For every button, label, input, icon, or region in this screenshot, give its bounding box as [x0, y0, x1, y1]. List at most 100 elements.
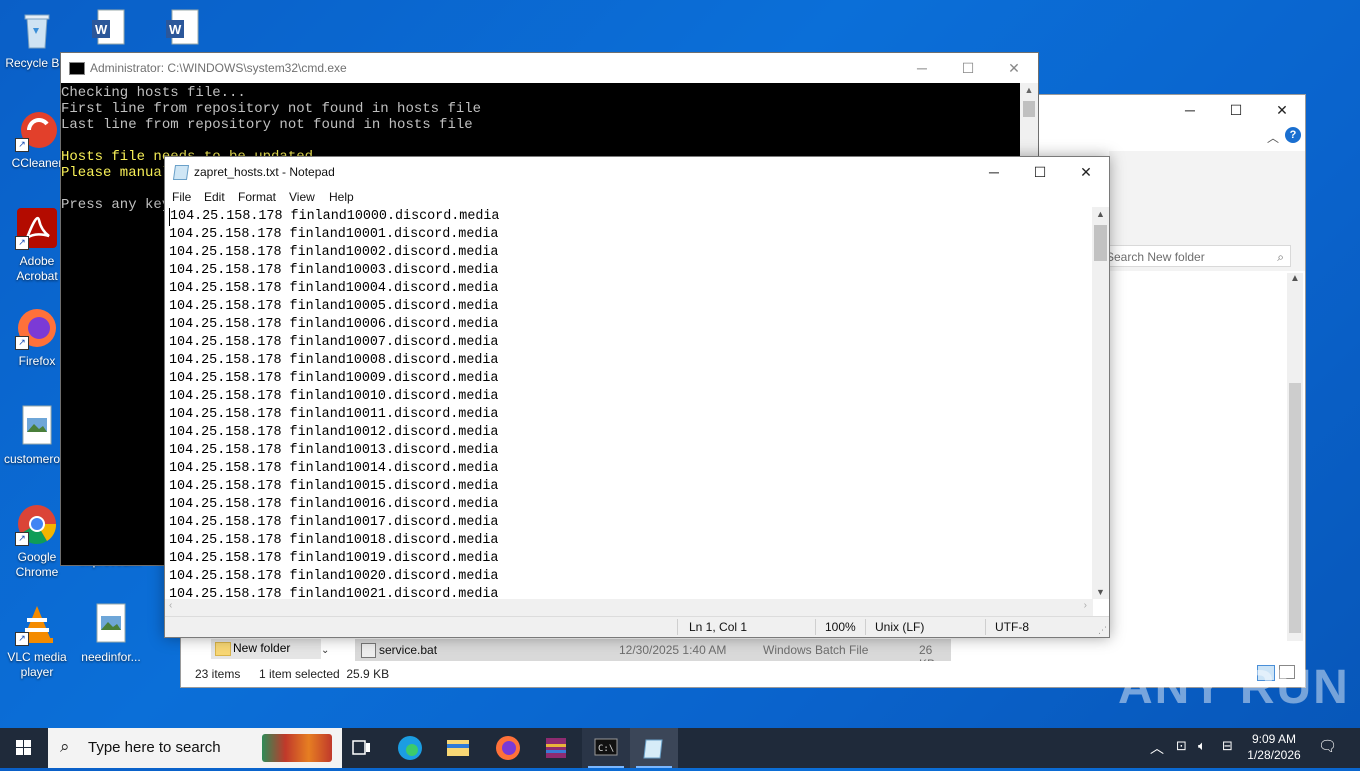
svg-text:W: W: [95, 22, 108, 37]
svg-text:C:\: C:\: [598, 744, 614, 754]
text-line: 104.25.158.178 finland10003.discord.medi…: [169, 263, 499, 278]
shortcut-arrow-icon: ↗: [15, 632, 29, 646]
ccleaner-icon: ↗: [15, 108, 59, 152]
menu-edit[interactable]: Edit: [204, 190, 225, 204]
notepad-vertical-scrollbar[interactable]: ▲ ▼: [1092, 207, 1109, 599]
scroll-down-icon[interactable]: ▼: [1092, 587, 1109, 597]
scrollbar-thumb[interactable]: [1289, 383, 1301, 633]
taskbar: ⌕ Type here to search C:\ ︿ ⊡ 🔈︎ ⊟ 9:09 …: [0, 728, 1360, 768]
chevron-down-icon[interactable]: ⌄: [321, 645, 329, 656]
text-line: 104.25.158.178 finland10019.discord.medi…: [169, 551, 499, 566]
file-explorer-icon[interactable]: [434, 728, 482, 768]
nav-folder-new-folder[interactable]: New folder: [211, 639, 321, 659]
edge-icon[interactable]: [386, 728, 434, 768]
text-line: 104.25.158.178 finland10020.discord.medi…: [169, 569, 499, 584]
maximize-button[interactable]: ☐: [1017, 157, 1063, 187]
menu-format[interactable]: Format: [238, 190, 276, 204]
menu-help[interactable]: Help: [329, 190, 354, 204]
help-icon[interactable]: ?: [1285, 127, 1301, 143]
status-separator: [677, 619, 678, 635]
close-button[interactable]: ✕: [991, 53, 1037, 83]
chrome-icon: ↗: [15, 502, 59, 546]
notepad-menubar: File Edit Format View Help: [165, 187, 1109, 207]
cmd-output-line: First line from repository not found in …: [61, 101, 482, 117]
word-document-icon[interactable]: W: [90, 8, 130, 48]
notepad-app-icon: [172, 165, 190, 180]
menu-view[interactable]: View: [289, 190, 315, 204]
zoom-level: 100%: [825, 620, 856, 634]
cmd-output-line: [61, 133, 1020, 149]
text-line: 104.25.158.178 finland10021.discord.medi…: [169, 587, 499, 599]
folder-icon: [215, 642, 231, 656]
search-input[interactable]: Search New folder ⌕: [1099, 245, 1291, 267]
minimize-button[interactable]: ─: [899, 53, 945, 83]
nav-folder-label: New folder: [233, 641, 291, 655]
desktop-icon-vlc[interactable]: ↗ VLC media player: [0, 602, 74, 680]
text-line: 104.25.158.178 finland10007.discord.medi…: [169, 335, 499, 350]
shortcut-arrow-icon: ↗: [15, 138, 29, 152]
adobe-acrobat-icon: ↗: [15, 206, 59, 250]
recycle-bin-icon: [15, 8, 59, 52]
start-button[interactable]: [0, 728, 48, 768]
cmd-titlebar[interactable]: Administrator: C:\WINDOWS\system32\cmd.e…: [61, 53, 1038, 83]
notepad-horizontal-scrollbar[interactable]: ‹ ›: [165, 599, 1093, 616]
word-document-icon[interactable]: W: [164, 8, 204, 48]
text-line: 104.25.158.178 finland10015.discord.medi…: [169, 479, 499, 494]
notification-center-icon[interactable]: 🗨︎: [1318, 737, 1337, 755]
minimize-button[interactable]: ─: [1167, 95, 1213, 125]
resize-grip-icon[interactable]: ⋰: [1098, 625, 1107, 636]
scroll-left-icon[interactable]: ‹: [169, 600, 172, 611]
notepad-text-area[interactable]: 104.25.158.178 finland10000.discord.medi…: [165, 207, 1093, 599]
clock-date: 1/28/2026: [1247, 748, 1301, 762]
selection-info: 1 item selected 25.9 KB: [259, 667, 390, 681]
cmd-app-icon: [69, 62, 85, 75]
notepad-window[interactable]: zapret_hosts.txt - Notepad ─ ☐ ✕ File Ed…: [164, 156, 1110, 638]
maximize-button[interactable]: ☐: [945, 53, 991, 83]
ribbon-collapse-icon[interactable]: ︿: [1267, 129, 1279, 146]
show-hidden-icons-chevron-icon[interactable]: ︿: [1150, 738, 1164, 758]
minimize-button[interactable]: ─: [971, 157, 1017, 187]
scroll-right-icon[interactable]: ›: [1084, 600, 1087, 611]
text-line: 104.25.158.178 finland10018.discord.medi…: [169, 533, 499, 548]
winrar-icon[interactable]: [532, 728, 580, 768]
cmd-title: Administrator: C:\WINDOWS\system32\cmd.e…: [90, 61, 347, 75]
file-date: 12/30/2025 1:40 AM: [619, 643, 727, 657]
scroll-up-icon[interactable]: ▲: [1287, 273, 1303, 284]
desktop-icon-label: VLC media player: [7, 650, 67, 679]
close-button[interactable]: ✕: [1063, 157, 1109, 187]
text-line: 104.25.158.178 finland10014.discord.medi…: [169, 461, 499, 476]
windows-logo-icon: [16, 740, 31, 755]
firefox-icon[interactable]: [484, 728, 532, 768]
close-button[interactable]: ✕: [1259, 95, 1305, 125]
cmd-taskbar-icon[interactable]: C:\: [582, 728, 630, 768]
clock-time: 9:09 AM: [1251, 732, 1297, 746]
menu-file[interactable]: File: [172, 190, 191, 204]
file-row[interactable]: service.bat 12/30/2025 1:40 AM Windows B…: [355, 639, 951, 671]
scroll-up-icon[interactable]: ▲: [1020, 85, 1038, 95]
scrollbar-thumb[interactable]: [1094, 225, 1107, 261]
cursor-position: Ln 1, Col 1: [689, 620, 748, 634]
clock[interactable]: 9:09 AM 1/28/2026: [1244, 731, 1304, 763]
item-count: 23 items: [195, 667, 241, 681]
shortcut-arrow-icon: ↗: [15, 236, 29, 250]
taskbar-search-box[interactable]: ⌕ Type here to search: [48, 728, 342, 768]
text-line: 104.25.158.178 finland10008.discord.medi…: [169, 353, 499, 368]
volume-icon[interactable]: 🔈︎: [1198, 738, 1206, 754]
notepad-titlebar[interactable]: zapret_hosts.txt - Notepad ─ ☐ ✕: [165, 157, 1109, 187]
ethernet-icon[interactable]: ⊟: [1222, 738, 1233, 754]
svg-text:W: W: [169, 22, 182, 37]
scroll-up-icon[interactable]: ▲: [1092, 209, 1109, 219]
shortcut-arrow-icon: ↗: [15, 336, 29, 350]
maximize-button[interactable]: ☐: [1213, 95, 1259, 125]
network-icon[interactable]: ⊡: [1176, 738, 1187, 754]
notepad-taskbar-icon[interactable]: [630, 728, 678, 768]
task-view-icon[interactable]: [338, 728, 386, 768]
notepad-statusbar: Ln 1, Col 1 100% Unix (LF) UTF-8 ⋰: [165, 616, 1109, 637]
text-line: 104.25.158.178 finland10002.discord.medi…: [169, 245, 499, 260]
line-ending: Unix (LF): [875, 620, 925, 634]
desktop-icon-needinfo-file[interactable]: needinfor...: [74, 602, 148, 665]
anyrun-watermark: ANY RUN: [1118, 661, 1350, 714]
shortcut-arrow-icon: ↗: [15, 532, 29, 546]
explorer-vertical-scrollbar[interactable]: ▲: [1287, 273, 1303, 641]
scrollbar-thumb[interactable]: [1023, 101, 1035, 117]
